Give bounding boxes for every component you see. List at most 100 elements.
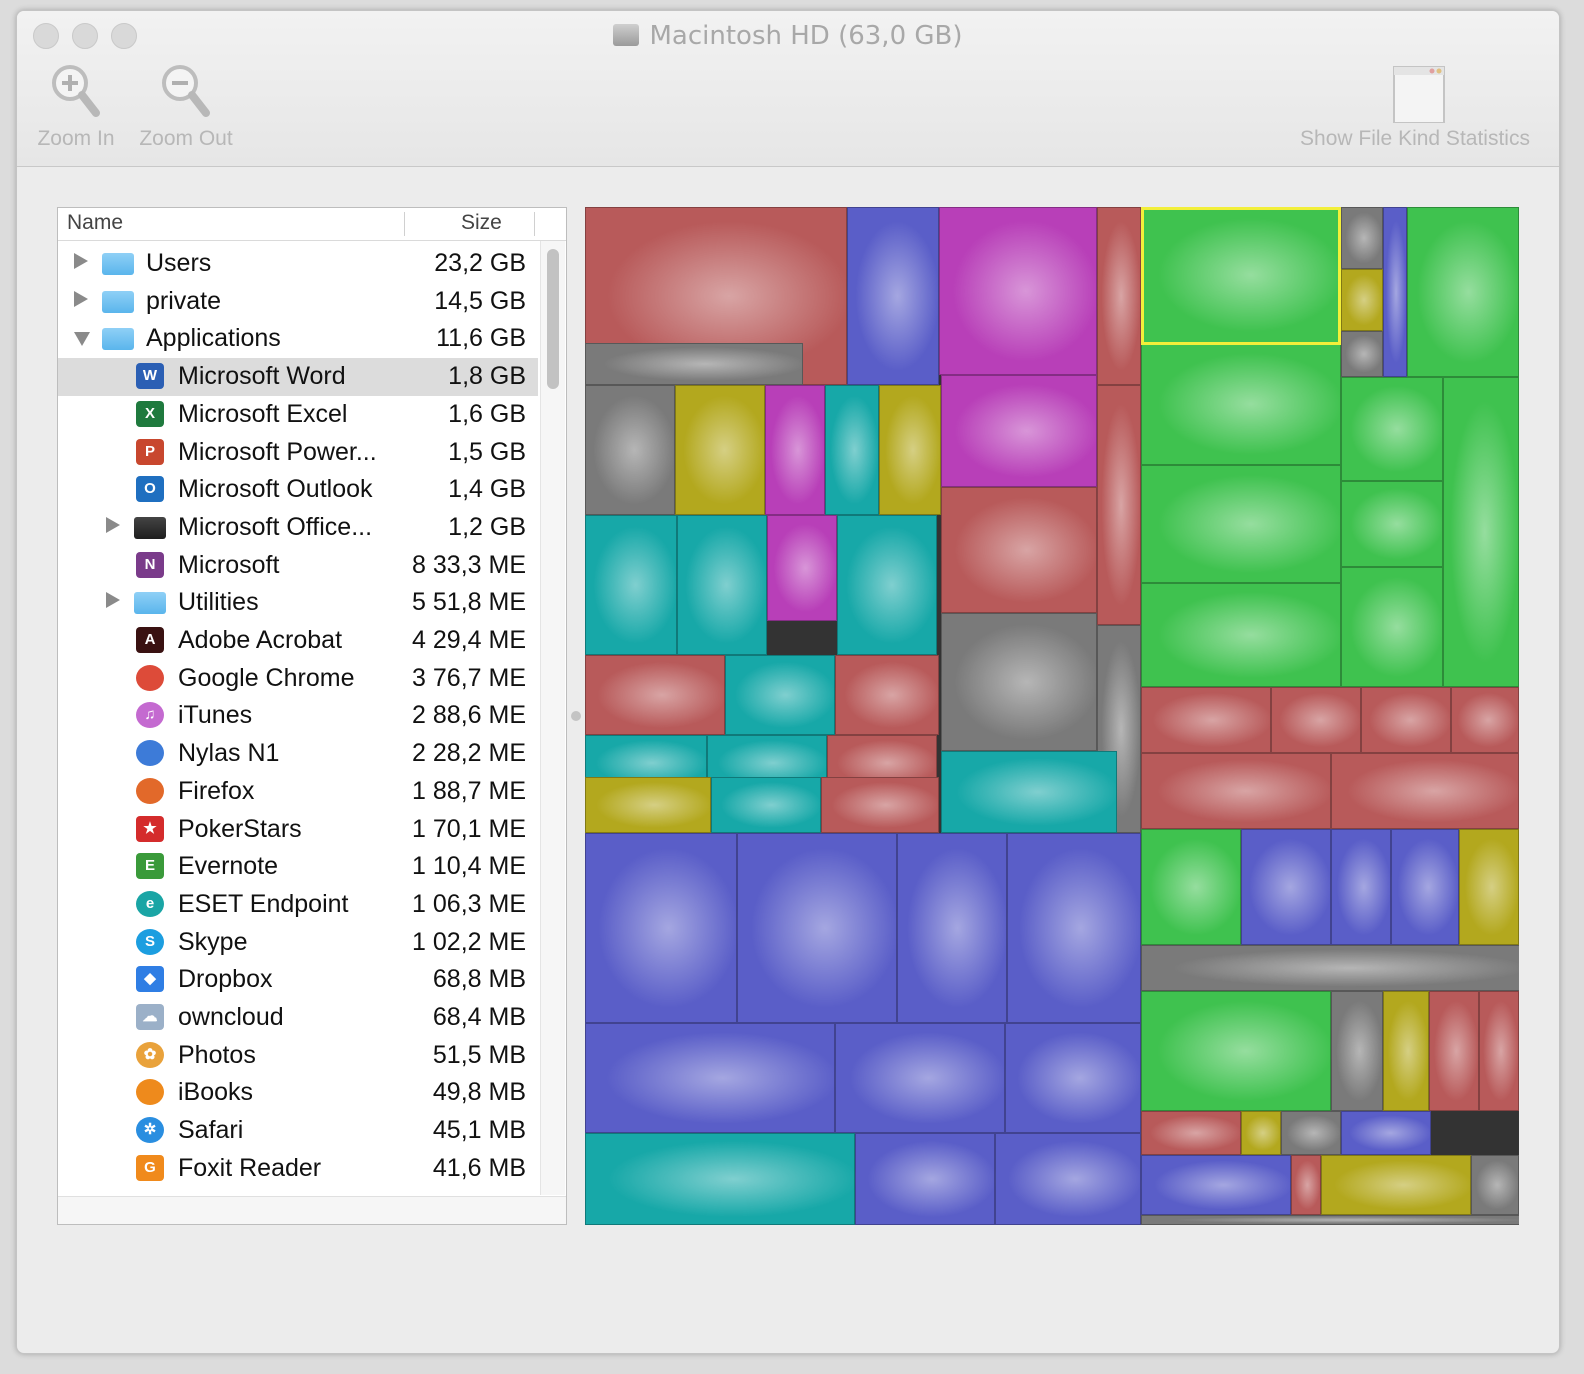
- disclosure-expanded-icon[interactable]: [74, 332, 90, 347]
- disclosure-collapsed-icon[interactable]: [106, 516, 120, 533]
- disclosure-collapsed-icon[interactable]: [74, 253, 88, 269]
- treemap-cell[interactable]: [1341, 377, 1443, 481]
- treemap-cell[interactable]: [1241, 829, 1331, 945]
- outline-row[interactable]: ♫ iTunes 2 88,6 ME: [58, 697, 538, 735]
- file-outline-view[interactable]: Name Size Users 23,2 GB private 14,5 GB Appl…: [57, 207, 567, 1225]
- outline-row[interactable]: E Evernote 1 10,4 ME: [58, 848, 538, 886]
- outline-row[interactable]: O Microsoft Outlook 1,4 GB: [58, 471, 538, 509]
- treemap-cell[interactable]: [1361, 687, 1451, 753]
- treemap-cell[interactable]: [585, 515, 677, 655]
- outline-row[interactable]: Users 23,2 GB: [58, 245, 538, 283]
- treemap-cell[interactable]: [1331, 991, 1383, 1111]
- treemap-cell[interactable]: [879, 385, 941, 515]
- treemap-cell[interactable]: [1141, 945, 1519, 991]
- treemap-cell[interactable]: [585, 777, 711, 833]
- treemap-cell[interactable]: [1141, 583, 1341, 687]
- treemap-cell[interactable]: [1291, 1155, 1321, 1215]
- treemap-cell[interactable]: [1241, 1111, 1281, 1155]
- treemap-cell[interactable]: [1141, 1155, 1291, 1215]
- treemap-cell[interactable]: [1451, 687, 1519, 753]
- disclosure-collapsed-icon[interactable]: [106, 592, 120, 609]
- treemap-cell[interactable]: [1459, 829, 1519, 945]
- treemap-cell[interactable]: [1271, 687, 1361, 753]
- outline-row[interactable]: A Adobe Acrobat 4 29,4 ME: [58, 622, 538, 660]
- treemap-cell[interactable]: [1097, 207, 1141, 385]
- disk-treemap[interactable]: [585, 207, 1519, 1225]
- treemap-cell[interactable]: [1383, 991, 1429, 1111]
- treemap-cell[interactable]: [585, 343, 803, 385]
- treemap-cell[interactable]: [1391, 829, 1459, 945]
- treemap-cell[interactable]: [711, 777, 821, 833]
- vertical-scrollbar[interactable]: [540, 241, 565, 1195]
- outline-row[interactable]: iBooks 49,8 MB: [58, 1074, 538, 1112]
- show-file-kind-statistics-button[interactable]: Show File Kind Statistics: [1285, 61, 1545, 151]
- treemap-cell[interactable]: [1141, 1215, 1519, 1225]
- treemap-cell[interactable]: [1471, 1155, 1519, 1215]
- treemap-cell[interactable]: [941, 487, 1097, 613]
- treemap-cell[interactable]: [1141, 753, 1331, 829]
- outline-row[interactable]: ★ PokerStars 1 70,1 ME: [58, 811, 538, 849]
- outline-row[interactable]: e ESET Endpoint 1 06,3 ME: [58, 886, 538, 924]
- treemap-cell[interactable]: [1341, 567, 1443, 687]
- treemap-cell[interactable]: [847, 207, 939, 385]
- treemap-cell[interactable]: [1141, 991, 1331, 1111]
- treemap-cell[interactable]: [1281, 1111, 1341, 1155]
- split-view-divider[interactable]: [571, 711, 581, 721]
- outline-row[interactable]: G Foxit Reader 41,6 MB: [58, 1150, 538, 1188]
- treemap-cell[interactable]: [1443, 377, 1519, 687]
- outline-row[interactable]: X Microsoft Excel 1,6 GB: [58, 396, 538, 434]
- treemap-cell[interactable]: [765, 385, 825, 515]
- scrollbar-thumb[interactable]: [547, 249, 559, 389]
- treemap-cell[interactable]: [1141, 687, 1271, 753]
- treemap-cell[interactable]: [585, 1133, 855, 1225]
- treemap-cell[interactable]: [1341, 269, 1383, 331]
- treemap-cell[interactable]: [1097, 385, 1141, 625]
- outline-row[interactable]: ✿ Photos 51,5 MB: [58, 1037, 538, 1075]
- outline-row[interactable]: N Microsoft 8 33,3 ME: [58, 547, 538, 585]
- treemap-cell[interactable]: [1407, 207, 1519, 377]
- treemap-cell[interactable]: [1007, 833, 1141, 1023]
- treemap-cell[interactable]: [941, 751, 1117, 833]
- outline-row[interactable]: P Microsoft Power... 1,5 GB: [58, 434, 538, 472]
- outline-row[interactable]: S Skype 1 02,2 ME: [58, 924, 538, 962]
- size-column-header[interactable]: Size: [461, 211, 502, 235]
- treemap-cell[interactable]: [1331, 829, 1391, 945]
- outline-row[interactable]: ✲ Safari 45,1 MB: [58, 1112, 538, 1150]
- outline-row[interactable]: Applications 11,6 GB: [58, 320, 538, 358]
- treemap-cell[interactable]: [835, 1023, 1005, 1133]
- treemap-cell[interactable]: [725, 655, 835, 735]
- outline-row[interactable]: Microsoft Office... 1,2 GB: [58, 509, 538, 547]
- treemap-cell[interactable]: [1383, 207, 1407, 377]
- disclosure-collapsed-icon[interactable]: [74, 290, 88, 307]
- treemap-cell[interactable]: [1141, 465, 1341, 583]
- treemap-cell[interactable]: [1141, 829, 1241, 945]
- treemap-cell[interactable]: [1331, 753, 1519, 829]
- treemap-cell[interactable]: [821, 777, 939, 833]
- name-column-header[interactable]: Name: [67, 211, 123, 235]
- treemap-cell[interactable]: [767, 515, 837, 621]
- treemap-cell[interactable]: [835, 655, 939, 735]
- zoom-out-button[interactable]: Zoom Out: [133, 61, 239, 151]
- treemap-cell[interactable]: [585, 1023, 835, 1133]
- treemap-cell[interactable]: [855, 1133, 995, 1225]
- outline-row[interactable]: Firefox 1 88,7 ME: [58, 773, 538, 811]
- treemap-cell[interactable]: [585, 385, 675, 515]
- outline-row[interactable]: Google Chrome 3 76,7 ME: [58, 660, 538, 698]
- treemap-cell[interactable]: [897, 833, 1007, 1023]
- outline-row[interactable]: ◆ Dropbox 68,8 MB: [58, 961, 538, 999]
- outline-row[interactable]: Nylas N1 2 28,2 ME: [58, 735, 538, 773]
- zoom-in-button[interactable]: Zoom In: [33, 61, 119, 151]
- treemap-cell[interactable]: [585, 655, 725, 735]
- treemap-cell[interactable]: [995, 1133, 1141, 1225]
- treemap-cell[interactable]: [1429, 991, 1479, 1111]
- outline-row[interactable]: private 14,5 GB: [58, 283, 538, 321]
- treemap-cell[interactable]: [1141, 1111, 1241, 1155]
- treemap-cell[interactable]: [941, 375, 1097, 487]
- treemap-cell[interactable]: [737, 833, 897, 1023]
- treemap-cell[interactable]: [941, 613, 1097, 751]
- outline-row[interactable]: ☁ owncloud 68,4 MB: [58, 999, 538, 1037]
- treemap-cell[interactable]: [1141, 343, 1341, 465]
- treemap-cell[interactable]: [1341, 331, 1383, 377]
- treemap-cell[interactable]: [825, 385, 879, 515]
- treemap-cell[interactable]: [837, 515, 937, 655]
